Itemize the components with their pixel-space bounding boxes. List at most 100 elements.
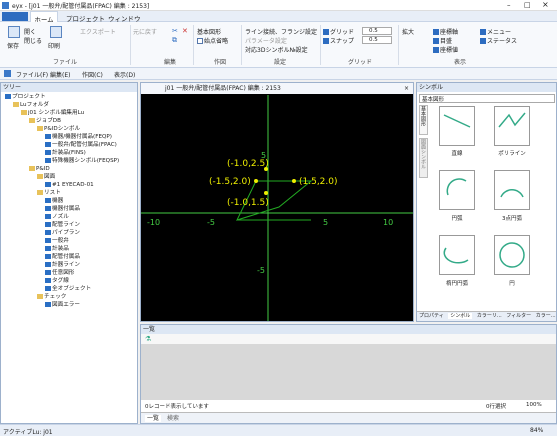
symbol-no-button[interactable]: 対応3Dシンボル№設定 [245,45,308,54]
side-tab-drawing[interactable]: 図面シンボル [419,138,428,178]
tree-item[interactable]: 図面エラー [45,302,80,309]
group-edit: 編集 [163,59,176,66]
print-icon[interactable] [50,26,62,38]
close-icon[interactable]: × [542,0,549,9]
tree-item[interactable]: 計装品(FINS) [45,150,86,157]
tab-symbol[interactable]: シンボル [448,313,473,319]
category-select[interactable]: 基本図形 [419,94,555,103]
outline-checkbox[interactable]: 目盛 [433,36,452,45]
tree-item[interactable]: P&IDシンボル [37,126,80,133]
symbol-line[interactable] [439,106,475,146]
minimize-icon[interactable]: – [507,1,511,9]
symbol-polyline[interactable] [494,106,530,146]
tree-item[interactable]: P&ID [29,166,50,173]
ribbon-tabs: ホーム プロジェクト ウィンドウ [0,11,557,24]
menu-checkbox[interactable]: メニュー [480,27,511,36]
menu-view[interactable]: 表示(D) [114,70,135,79]
doc-icon [4,70,11,77]
drawing-canvas[interactable]: (-1.0,2.5) (-1.5,2.0) (1.5,2.0) (-1.0,1.… [141,95,413,321]
point-marker[interactable] [264,191,268,195]
snap-spacing-input[interactable]: 0.5 [362,36,392,44]
line-flange-button[interactable]: ライン接続、フランジ設定 [245,27,317,36]
tab-properties[interactable]: プロパティ [419,313,444,319]
tree-item[interactable]: ノズル [45,214,69,221]
grid-spacing-input[interactable]: 0.5 [362,27,392,35]
divider [193,25,194,65]
tree-item[interactable]: 配管付属品 [45,254,80,261]
selected-count: 0行選択 [486,404,506,410]
tree-item[interactable]: プロジェクト [5,94,46,101]
tree-item[interactable]: 計装品 [45,246,69,253]
tree-item[interactable]: 特殊機器シンボル(FEQSP) [45,158,119,165]
coord-val-checkbox[interactable]: 座標値 [433,45,458,54]
tab-filter[interactable]: フィルター [506,313,531,319]
side-tab-basic[interactable]: 基本図形 [419,105,428,135]
tree-item[interactable]: 全オブジェクト [45,286,91,293]
tree-item[interactable]: リスト [37,190,61,197]
canvas-tab[interactable]: j01 一般弁/配管付属品(FPAC) 編集 : 2153 × [141,83,413,94]
tab-coloring[interactable]: カラーリ... [477,313,502,319]
tick-label: -5 [257,266,265,275]
maximize-icon[interactable]: □ [524,1,531,9]
symbol-arc[interactable] [439,170,475,210]
tree-item[interactable]: 任意図形 [45,270,74,277]
divider [130,25,131,65]
snap-checkbox[interactable]: スナップ [323,36,354,45]
tree-item[interactable]: ジョブDB [29,118,61,125]
param-set-button[interactable]: パラメータ設定 [245,36,287,45]
symbol-ellipse-arc[interactable] [439,235,475,275]
tree-item[interactable]: 計器ライン [45,262,80,269]
list-header: 一覧 [141,325,556,334]
coords-checkbox[interactable]: 座標軸 [433,27,458,36]
grid-checkbox[interactable]: グリッド [323,27,354,36]
export-button[interactable]: エクスポート [80,27,116,36]
tree-item[interactable]: 機器 [45,198,63,205]
tab-color[interactable]: カラー... [536,313,556,319]
point-label: (-1.5,2.0) [209,177,251,187]
tick-label: 5 [323,218,328,227]
tree-item[interactable]: 一般弁/配管付属品(FPAC) [45,142,117,149]
start-end-checkbox[interactable]: 始点省略 [197,36,228,45]
menu-edit[interactable]: 編集(E) [50,70,70,79]
symbol-circle[interactable] [494,235,530,275]
tab-home[interactable]: ホーム [30,11,58,24]
menu-file[interactable]: ファイル(F) [16,70,48,79]
print-button[interactable]: 印刷 [48,41,60,50]
tab-list[interactable]: 一覧 [145,415,162,422]
symbol-label: 3点円弧 [502,216,522,222]
cut-icon[interactable]: ✂ [172,27,178,35]
point-marker[interactable] [254,179,258,183]
tree-item[interactable]: 機器付属品 [45,206,80,213]
open-button[interactable]: 開く [24,27,36,36]
undo-button[interactable]: 元に戻す [133,27,157,36]
symbol-3pt-arc[interactable] [494,170,530,210]
status-checkbox[interactable]: ステータス [480,36,517,45]
copy-icon[interactable]: ⧉ [172,36,177,45]
menu-draw[interactable]: 作図(C) [82,70,103,79]
zoom-button[interactable]: 拡大 [402,27,414,36]
tab-search[interactable]: 検索 [167,415,179,422]
save-button[interactable]: 保存 [7,41,19,50]
tree-item[interactable]: チェック [37,294,66,301]
tree-item[interactable]: #1 EYECAD-01 [45,182,94,189]
tree-item[interactable]: 配管ライン [45,222,80,229]
basic-shape-button[interactable]: 基本図形 [197,27,221,36]
list-zoom[interactable]: 100% [526,402,542,408]
tree-item[interactable]: 図面 [37,174,55,181]
tree-item[interactable]: 機器/機器付属品(FEQP) [45,134,112,141]
point-marker[interactable] [292,179,296,183]
tree-item[interactable]: 一般弁 [45,238,69,245]
symbol-label: 楕円円弧 [445,281,468,287]
quick-access-button[interactable] [2,12,28,21]
close-button[interactable]: 閉じる [24,36,42,45]
filter-icon[interactable]: ⚗ [145,335,151,343]
tree-item[interactable]: j01 シンボル編集用Lu [21,110,84,117]
save-icon[interactable] [8,26,20,38]
delete-icon[interactable]: ✕ [182,27,188,35]
tree-item[interactable]: Luフォルダ [13,102,49,109]
start-end-label: 始点省略 [204,38,229,45]
tree-item[interactable]: パイプラン [45,230,80,237]
close-tab-icon[interactable]: × [404,83,409,94]
point-label: (-1.0,2.5) [227,159,269,169]
tree-item[interactable]: タグ線 [45,278,69,285]
